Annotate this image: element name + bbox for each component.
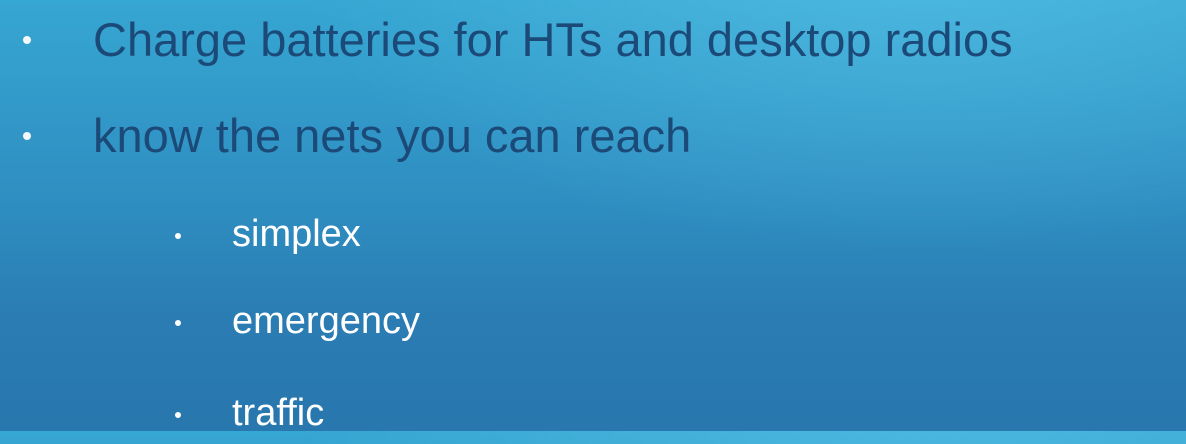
sub-bullet-text: emergency	[232, 300, 420, 342]
bullet-text: Charge batteries for HTs and desktop rad…	[93, 13, 1013, 66]
sub-bullet-text: traffic	[232, 392, 325, 434]
bullet-dot-icon	[23, 36, 31, 44]
sub-bullet-dot-icon	[175, 320, 181, 326]
slide: Charge batteries for HTs and desktop rad…	[0, 0, 1186, 434]
sub-bullet-text: simplex	[232, 213, 361, 255]
sub-bullet-dot-icon	[175, 412, 181, 418]
bullet-dot-icon	[23, 132, 31, 140]
sub-bullet-dot-icon	[175, 233, 181, 239]
bullet-text: know the nets you can reach	[93, 109, 692, 162]
